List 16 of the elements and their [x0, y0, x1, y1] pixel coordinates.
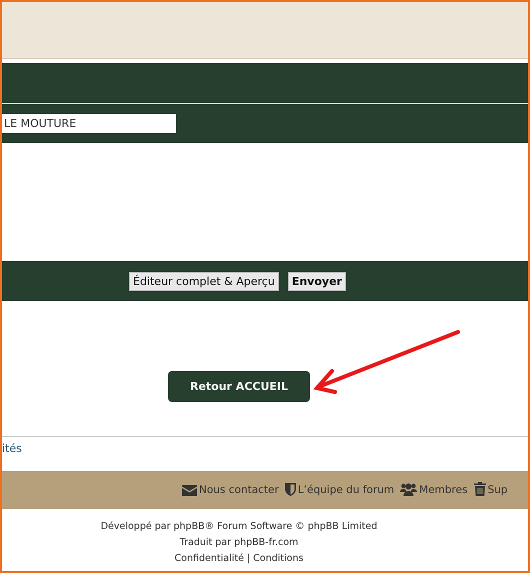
footer-link[interactable]: Membres [419, 484, 468, 496]
credit-line: Traduit par phpBB-fr.com [180, 537, 298, 548]
trash-icon [474, 482, 486, 496]
credit-line: Développé par phpBB® Forum Software © phpBB Limited [100, 521, 378, 532]
send-button[interactable]: Envoyer [288, 272, 346, 290]
envelope-icon [182, 484, 197, 496]
credit-line: Confidentialité | Conditions [174, 553, 304, 564]
home-button[interactable]: Retour ACCUEIL [168, 371, 310, 402]
footer-link[interactable]: L’équipe du forum [298, 484, 394, 496]
footer-link[interactable]: Nous contacter [199, 484, 279, 496]
footer-link[interactable]: Sup [488, 484, 508, 496]
stats-link[interactable]: ités [2, 442, 22, 455]
subject-field[interactable]: LE MOUTURE [2, 114, 176, 133]
users-icon [400, 482, 418, 496]
editor-button[interactable]: Éditeur complet & Aperçu [129, 272, 279, 290]
shield-icon [284, 482, 296, 496]
